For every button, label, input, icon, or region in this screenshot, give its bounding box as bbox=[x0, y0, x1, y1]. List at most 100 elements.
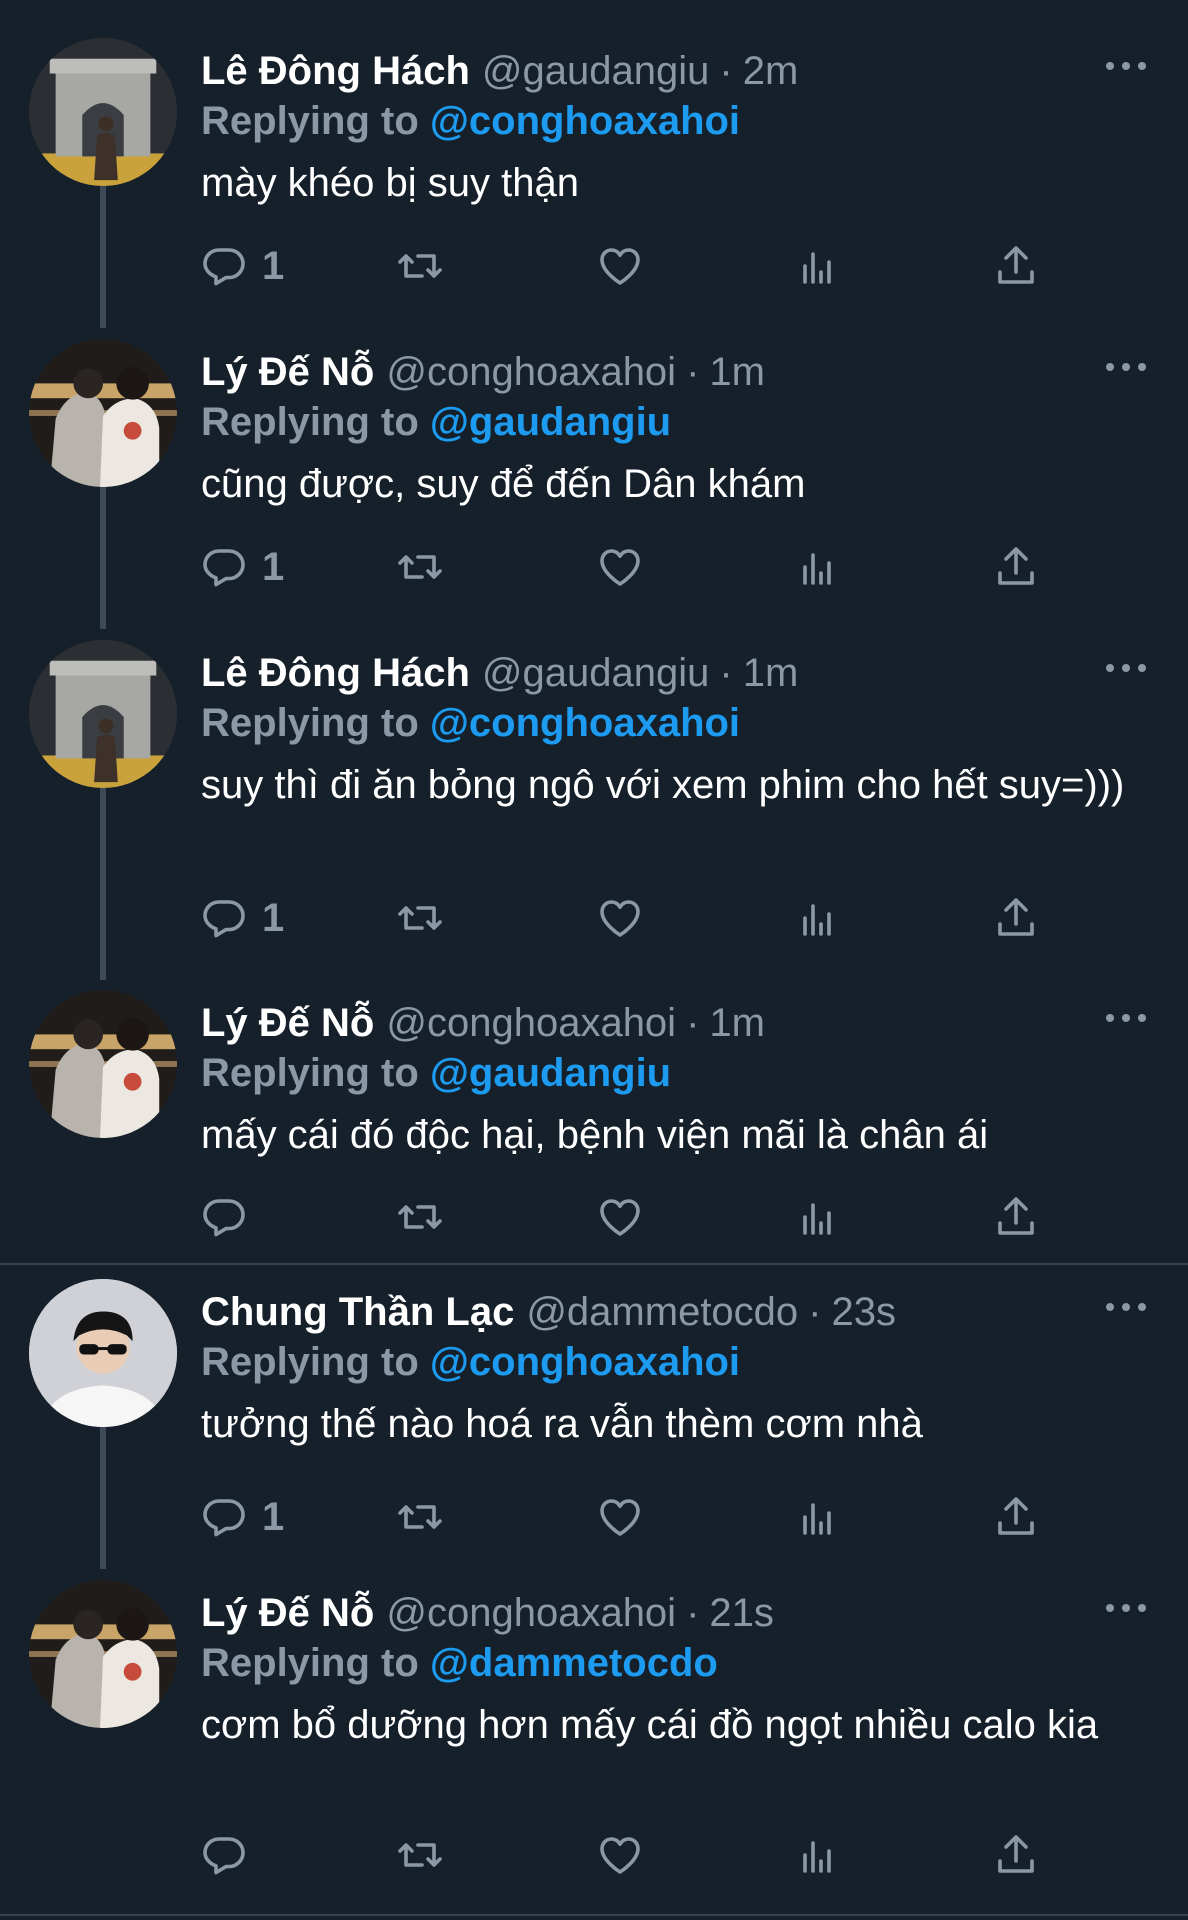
timestamp[interactable]: 1m bbox=[709, 347, 765, 397]
tweet[interactable]: Lý Đế Nỗ @conghoaxahoi · 1m Replying to … bbox=[0, 980, 1188, 1263]
reply-button[interactable] bbox=[200, 1825, 262, 1885]
avatar[interactable] bbox=[29, 990, 177, 1138]
separator: · bbox=[719, 651, 733, 695]
replying-to: Replying to @conghoaxahoi bbox=[201, 96, 740, 146]
avatar-arch-image bbox=[29, 640, 177, 788]
share-button[interactable] bbox=[992, 1487, 1040, 1547]
reply-button[interactable]: 1 bbox=[200, 1487, 284, 1547]
tweet-text: cũng được, suy để đến Dân khám bbox=[201, 462, 806, 506]
analytics-button[interactable] bbox=[793, 888, 841, 948]
thread-line bbox=[100, 1427, 106, 1569]
like-button[interactable] bbox=[596, 1187, 644, 1247]
display-name[interactable]: Chung Thần Lạc bbox=[201, 1287, 514, 1337]
share-button[interactable] bbox=[992, 236, 1040, 296]
replying-to-label: Replying to bbox=[201, 1340, 419, 1384]
share-button[interactable] bbox=[992, 1825, 1040, 1885]
username[interactable]: @conghoaxahoi bbox=[386, 998, 676, 1048]
replying-to-mention[interactable]: @dammetocdo bbox=[430, 1641, 718, 1685]
username[interactable]: @gaudangiu bbox=[482, 46, 709, 96]
share-icon bbox=[998, 1497, 1034, 1535]
replying-to-mention[interactable]: @gaudangiu bbox=[430, 400, 671, 444]
divider bbox=[0, 1263, 1188, 1265]
display-name[interactable]: Lê Đông Hách bbox=[201, 648, 470, 698]
more-icon[interactable] bbox=[1106, 1006, 1146, 1030]
share-icon bbox=[998, 246, 1034, 284]
tweet-actions: 1 bbox=[200, 1487, 1080, 1547]
username[interactable]: @dammetocdo bbox=[526, 1287, 798, 1337]
tweet[interactable]: Lê Đông Hách @gaudangiu · 1m Replying to… bbox=[0, 630, 1188, 980]
retweet-button[interactable] bbox=[396, 1187, 444, 1247]
display-name[interactable]: Lý Đế Nỗ bbox=[201, 347, 374, 397]
analytics-icon bbox=[803, 904, 831, 936]
avatar[interactable] bbox=[29, 339, 177, 487]
more-icon[interactable] bbox=[1106, 54, 1146, 78]
username[interactable]: @gaudangiu bbox=[482, 648, 709, 698]
timestamp[interactable]: 2m bbox=[743, 46, 799, 96]
reply-button[interactable]: 1 bbox=[200, 537, 284, 597]
conversation-feed: Lê Đông Hách @gaudangiu · 2m Replying to… bbox=[0, 0, 1188, 1920]
analytics-button[interactable] bbox=[793, 1487, 841, 1547]
reply-icon bbox=[203, 1199, 245, 1237]
retweet-button[interactable] bbox=[396, 1825, 444, 1885]
timestamp[interactable]: 1m bbox=[743, 648, 799, 698]
retweet-icon bbox=[398, 1205, 442, 1229]
more-icon[interactable] bbox=[1106, 355, 1146, 379]
replying-to-mention[interactable]: @conghoaxahoi bbox=[430, 99, 740, 143]
tweet-actions: 1 bbox=[200, 888, 1080, 948]
tweet[interactable]: Lý Đế Nỗ @conghoaxahoi · 21s Replying to… bbox=[0, 1570, 1188, 1910]
heart-icon bbox=[600, 1499, 640, 1536]
retweet-button[interactable] bbox=[396, 537, 444, 597]
like-button[interactable] bbox=[596, 537, 644, 597]
like-button[interactable] bbox=[596, 1825, 644, 1885]
like-button[interactable] bbox=[596, 236, 644, 296]
tweet-text: suy thì đi ăn bỏng ngô với xem phim cho … bbox=[201, 763, 1125, 807]
share-icon bbox=[998, 1835, 1034, 1873]
replying-to-mention[interactable]: @gaudangiu bbox=[430, 1051, 671, 1095]
display-name[interactable]: Lê Đông Hách bbox=[201, 46, 470, 96]
tweet[interactable]: Lê Đông Hách @gaudangiu · 2m Replying to… bbox=[0, 28, 1188, 328]
reply-icon bbox=[203, 549, 245, 587]
avatar-arch-image bbox=[29, 38, 177, 186]
avatar[interactable] bbox=[29, 640, 177, 788]
avatar[interactable] bbox=[29, 38, 177, 186]
replying-to-mention[interactable]: @conghoaxahoi bbox=[430, 701, 740, 745]
analytics-button[interactable] bbox=[793, 236, 841, 296]
avatar-couple-image bbox=[29, 339, 177, 487]
reply-button[interactable]: 1 bbox=[200, 236, 284, 296]
more-icon[interactable] bbox=[1106, 1295, 1146, 1319]
avatar[interactable] bbox=[29, 1580, 177, 1728]
display-name[interactable]: Lý Đế Nỗ bbox=[201, 998, 374, 1048]
timestamp[interactable]: 1m bbox=[709, 998, 765, 1048]
replying-to-mention[interactable]: @conghoaxahoi bbox=[430, 1340, 740, 1384]
retweet-button[interactable] bbox=[396, 236, 444, 296]
share-button[interactable] bbox=[992, 537, 1040, 597]
analytics-button[interactable] bbox=[793, 1825, 841, 1885]
divider bbox=[0, 1914, 1188, 1916]
retweet-button[interactable] bbox=[396, 888, 444, 948]
like-button[interactable] bbox=[596, 1487, 644, 1547]
retweet-button[interactable] bbox=[396, 1487, 444, 1547]
avatar-couple-image bbox=[29, 990, 177, 1138]
analytics-button[interactable] bbox=[793, 537, 841, 597]
heart-icon bbox=[600, 1199, 640, 1236]
retweet-icon bbox=[398, 254, 442, 278]
more-icon[interactable] bbox=[1106, 656, 1146, 680]
more-icon[interactable] bbox=[1106, 1596, 1146, 1620]
avatar[interactable] bbox=[29, 1279, 177, 1427]
analytics-button[interactable] bbox=[793, 1187, 841, 1247]
share-button[interactable] bbox=[992, 1187, 1040, 1247]
display-name[interactable]: Lý Đế Nỗ bbox=[201, 1588, 374, 1638]
username[interactable]: @conghoaxahoi bbox=[386, 347, 676, 397]
tweet[interactable]: Lý Đế Nỗ @conghoaxahoi · 1m Replying to … bbox=[0, 329, 1188, 629]
tweet[interactable]: Chung Thần Lạc @dammetocdo · 23s Replyin… bbox=[0, 1269, 1188, 1569]
replying-to-label: Replying to bbox=[201, 400, 419, 444]
like-button[interactable] bbox=[596, 888, 644, 948]
timestamp[interactable]: 21s bbox=[709, 1588, 774, 1638]
reply-button[interactable]: 1 bbox=[200, 888, 284, 948]
username[interactable]: @conghoaxahoi bbox=[386, 1588, 676, 1638]
tweet-header: Lý Đế Nỗ @conghoaxahoi · 21s bbox=[201, 1588, 774, 1638]
share-button[interactable] bbox=[992, 888, 1040, 948]
timestamp[interactable]: 23s bbox=[832, 1287, 897, 1337]
reply-button[interactable] bbox=[200, 1187, 262, 1247]
separator: · bbox=[686, 1591, 700, 1635]
